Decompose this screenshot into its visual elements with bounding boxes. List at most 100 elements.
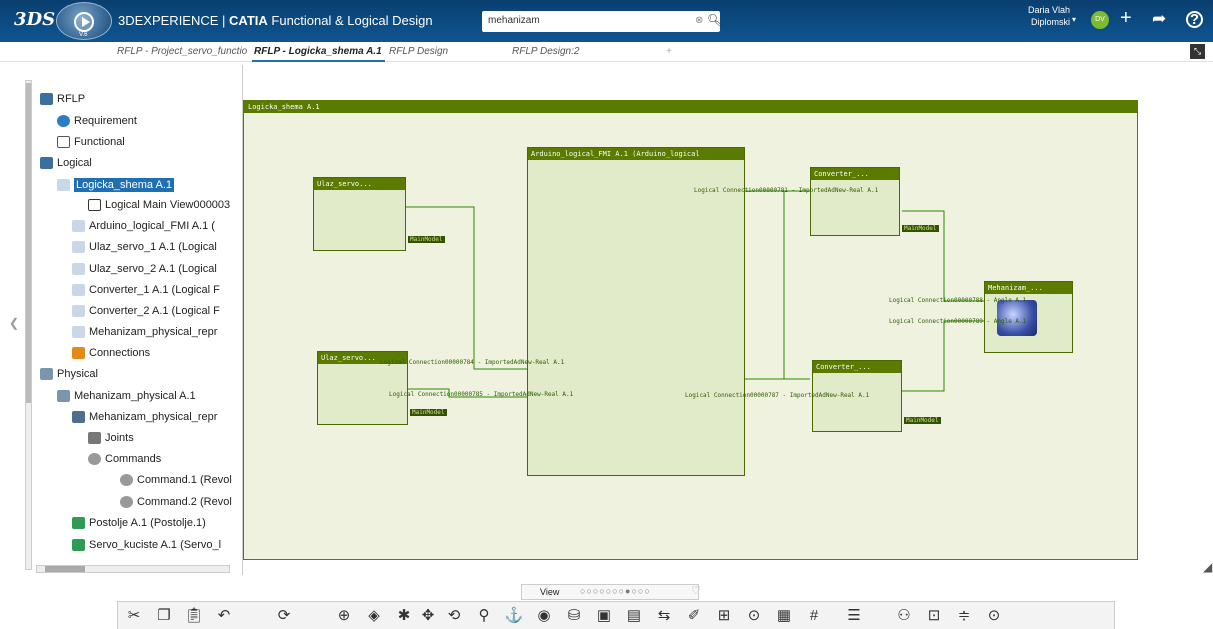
tree-layout-icon[interactable]: ☰ [844,606,864,626]
view-label: View [540,587,560,597]
fit-all-icon[interactable]: ✱ [394,606,414,626]
align-icon[interactable]: ≑ [954,606,974,626]
tab-logicka[interactable]: RFLP - Logicka_shema A.1 [254,46,382,57]
tree-item-mehanizam-physical[interactable]: Mehanizam_physical A.1 [74,390,196,402]
block-icon [72,326,85,338]
cut-icon[interactable]: ✂ [124,606,144,626]
zoom-icon[interactable]: ⊕ [334,606,354,626]
anchor-icon[interactable]: ⚓ [504,606,524,626]
search-input[interactable]: mehanizam ⊗ 🔍︎ [482,11,722,32]
render-icon[interactable]: ◉ [534,606,554,626]
tree-vscrollbar[interactable] [25,80,32,570]
connection-label: Logical Connection00000787 - ImportedAdN… [685,392,870,399]
search-tool-icon[interactable]: ⚲ [474,606,494,626]
functional-icon [57,136,70,148]
help-icon[interactable]: ? [1186,11,1203,28]
tree-item-commands[interactable]: Commands [105,453,161,465]
block-title: Arduino_logical_FMI A.1 (Arduino_logical [528,148,744,160]
command-icon [120,496,133,508]
product-icon [57,390,70,402]
compass-icon[interactable]: V.6 [56,2,112,40]
tree-item-physical[interactable]: Physical [57,368,98,380]
avatar[interactable]: DV [1091,11,1109,29]
tree-item-mehanizam-repr[interactable]: Mehanizam_physical_repr [89,326,217,338]
copy-icon[interactable]: ❐ [154,606,174,626]
3ds-logo[interactable]: 3DS [14,9,55,30]
tree-item-logical[interactable]: Logical [57,157,92,169]
update-icon[interactable]: ⟳ [274,606,294,626]
share-icon[interactable]: ➦ [1152,9,1166,29]
more-icon[interactable]: ⊙ [744,606,764,626]
joints-icon [88,432,101,444]
tree-item-main-view[interactable]: Logical Main View000003 [105,199,230,211]
tree-item-conv1[interactable]: Converter_1 A.1 (Logical F [89,284,220,296]
view-icon [88,199,101,211]
tree-item-functional[interactable]: Functional [74,136,125,148]
block-mehanizam[interactable]: Mehanizam_... [984,281,1073,353]
tree-hscrollbar[interactable] [36,565,230,573]
chevron-left-icon[interactable]: ❮ [9,316,19,330]
cube-view-icon[interactable]: ◈ [364,606,384,626]
block-icon [72,284,85,296]
tree-item-rflp[interactable]: RFLP [57,93,85,105]
block-title: Mehanizam_... [985,282,1072,294]
resize-handle-icon[interactable]: ◢ [1203,560,1212,574]
tree-item-postolje[interactable]: Postolje A.1 (Postolje.1) [89,517,206,529]
tree-item-command1b[interactable]: Command.1 (Revol [137,474,232,486]
relations-icon[interactable]: ⚇ [894,606,914,626]
tab-rflp-design-2[interactable]: RFLP Design:2 [512,46,579,57]
block-icon [72,305,85,317]
tab-rflp-design[interactable]: RFLP Design [389,46,448,57]
part-icon [72,517,85,529]
database-icon[interactable]: ⛁ [564,606,584,626]
diagram-canvas[interactable]: Logicka_shema A.1 Ulaz_servo... MainMode… [243,100,1138,560]
tree-item-mehanizam-repr2[interactable]: Mehanizam_physical_repr [89,411,217,423]
tree-item-joints[interactable]: Joints [105,432,134,444]
tree-item-command2[interactable]: Command.2 (Revol [137,496,232,508]
tree-item-ulaz2[interactable]: Ulaz_servo_2 A.1 (Logical [89,263,217,275]
tree-item-connections[interactable]: Connections [89,347,150,359]
view-pager-dots[interactable]: ○○○○○○○●○○○ [580,586,651,596]
chevron-down-icon[interactable]: ♡ [691,584,701,597]
tree-item-ulaz1[interactable]: Ulaz_servo_1 A.1 (Logical [89,241,217,253]
block-converter-1[interactable]: Converter_... [810,167,900,236]
paste-icon[interactable]: 📋︎ [184,606,204,626]
more-tools-icon[interactable]: ⊙ [984,606,1004,626]
block-arduino[interactable]: Arduino_logical_FMI A.1 (Arduino_logical [527,147,745,476]
tree-item-servo-kuciste[interactable]: Servo_kuciste A.1 (Servo_l [89,539,221,551]
grid2-icon[interactable]: # [804,606,824,626]
mainmodel-label: MainModel [904,417,941,424]
add-icon[interactable]: + [1120,7,1132,30]
tree-item-requirement[interactable]: Requirement [74,115,137,127]
collapse-icon[interactable]: ⤡ [1190,44,1205,59]
connection-label: Logical Connection00000784 - ImportedAdN… [380,359,565,366]
hide-show-icon[interactable]: ▤ [624,606,644,626]
action-bar: ✂ ❐ 📋︎ ↶ ⟳ ⊕ ◈ ✱ ✥ ⟲ ⚲ ⚓ ◉ ⛁ ▣ ▤ ⇆ ✐ ⊞ ⊙… [117,601,1115,629]
diagram-icon[interactable]: ⊡ [924,606,944,626]
undo-icon[interactable]: ↶ [214,606,234,626]
swap-icon[interactable]: ⇆ [654,606,674,626]
layout-icon[interactable]: ⊞ [714,606,734,626]
mainmodel-label: MainModel [408,236,445,243]
search-icon[interactable]: 🔍︎ [707,13,722,27]
tree-item-logicka-shema[interactable]: Logicka_shema A.1 [74,178,175,192]
pan-icon[interactable]: ✥ [418,606,438,626]
user-name: Daria Vlah [1027,5,1070,15]
block-ulaz-servo-1[interactable]: Ulaz_servo... [313,177,406,251]
play-icon[interactable] [74,12,94,32]
connection-label: Logical Connection00000789 - Angle A.1 [889,318,1027,325]
chevron-down-icon[interactable]: ▾ [1072,15,1076,24]
tree-item-conv2[interactable]: Converter_2 A.1 (Logical F [89,305,220,317]
measure-icon[interactable]: ✐ [684,606,704,626]
block-title: Converter_... [813,361,901,373]
rotate-icon[interactable]: ⟲ [444,606,464,626]
clear-icon[interactable]: ⊗ [695,15,703,26]
user-org: Diplomski [1030,17,1070,27]
grid-icon[interactable]: ▦ [774,606,794,626]
tab-project[interactable]: RFLP - Project_servo_functio [117,46,247,57]
user-info[interactable]: Daria Vlah Diplomski [1026,4,1070,28]
new-tab-button[interactable]: + [666,46,672,57]
tree-item-arduino[interactable]: Arduino_logical_FMI A.1 ( [89,220,215,232]
view-selector[interactable]: View ○○○○○○○●○○○ [521,584,699,600]
select-icon[interactable]: ▣ [594,606,614,626]
